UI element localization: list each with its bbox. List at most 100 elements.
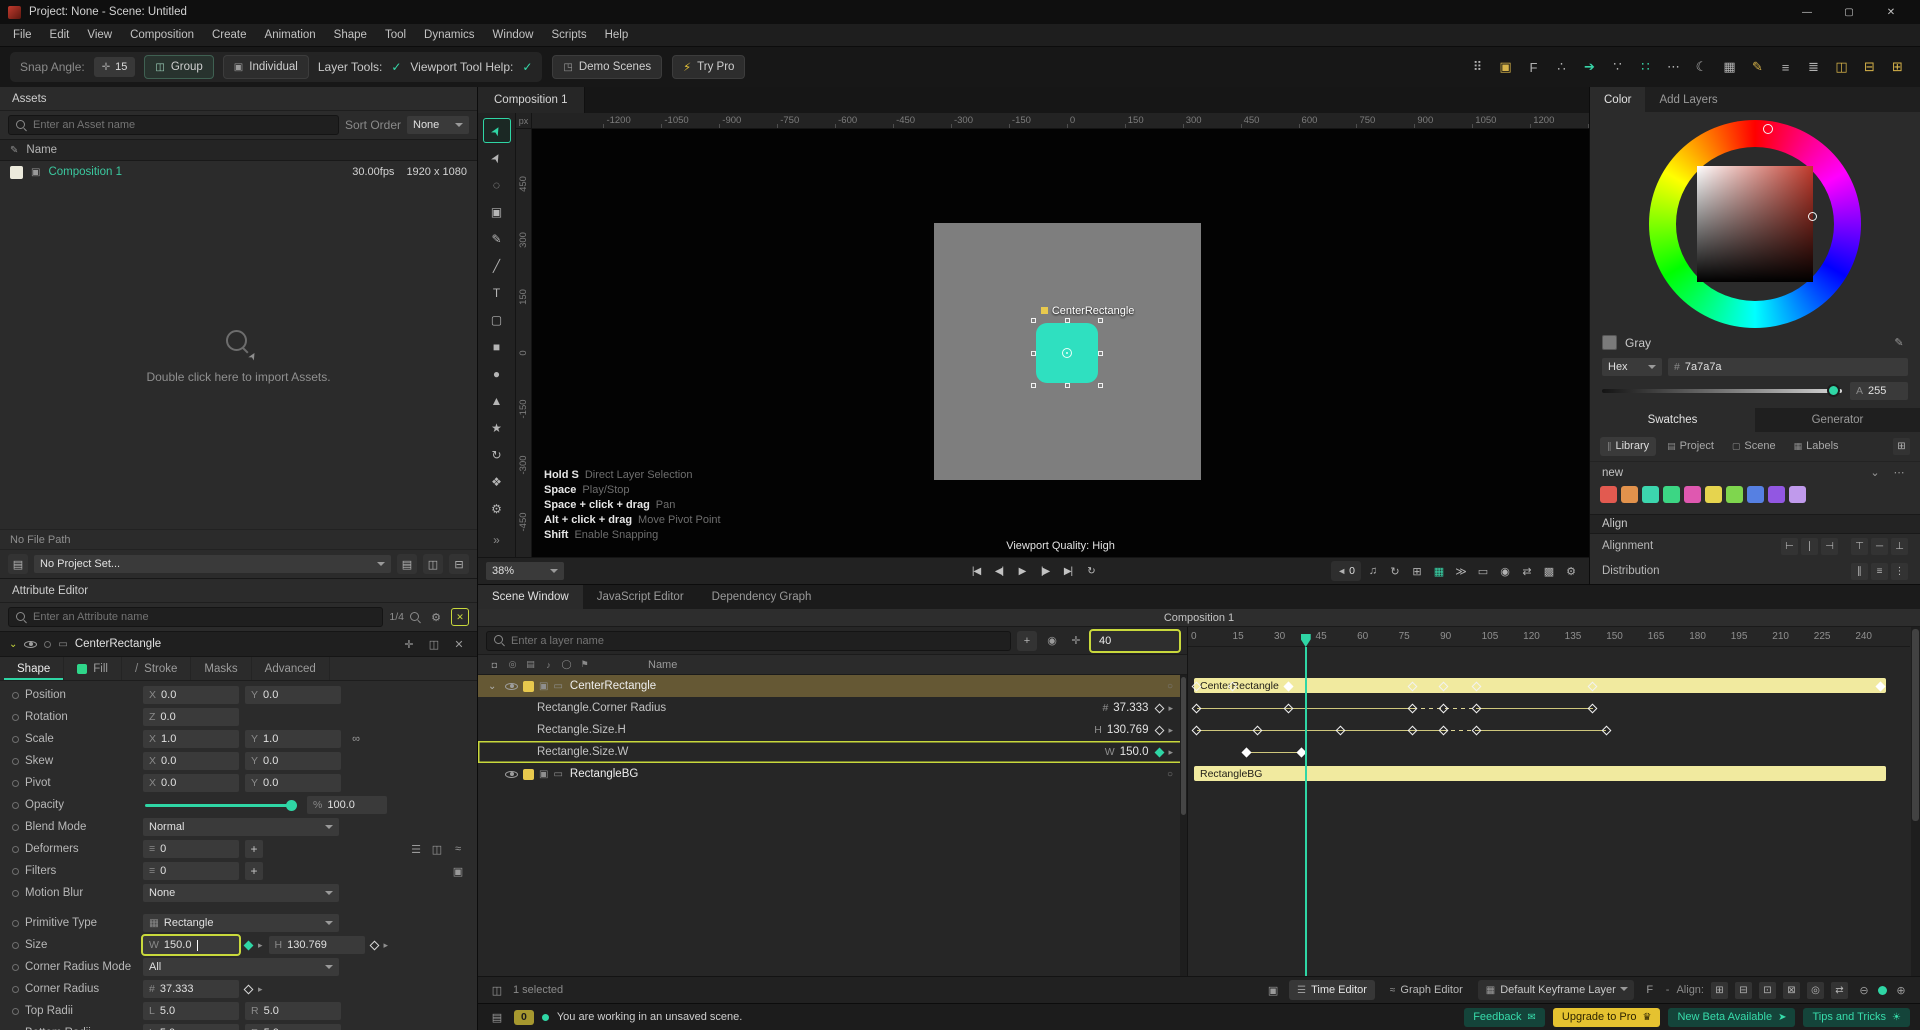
tab-shape[interactable]: Shape	[4, 657, 65, 680]
color-filter-icon[interactable]: ◉	[1043, 632, 1061, 650]
scale-y-field[interactable]: Y 1.0	[245, 730, 341, 748]
lasso-tool[interactable]: ◌	[483, 172, 511, 197]
monitor-icon[interactable]: ▭	[1473, 561, 1493, 581]
direct-select-tool[interactable]: ➤	[483, 145, 511, 170]
align-keys-left-icon[interactable]: ⊞	[1711, 981, 1728, 999]
text-align-left-icon[interactable]: ≡	[1773, 55, 1798, 80]
handle-top-right[interactable]	[1097, 317, 1103, 323]
socket-icon[interactable]	[12, 1007, 19, 1015]
more-options-icon[interactable]: ⋯	[1661, 55, 1686, 80]
menu-tool[interactable]: Tool	[376, 24, 415, 46]
new-beta-available-button[interactable]: New Beta Available ➤	[1668, 1007, 1796, 1027]
pencil-tool[interactable]: ✎	[483, 226, 511, 251]
color-swatch[interactable]	[1663, 486, 1680, 504]
menu-composition[interactable]: Composition	[121, 24, 203, 46]
render-toggle-icon[interactable]: ▣	[539, 681, 548, 692]
color-swatch[interactable]	[1684, 486, 1701, 504]
menu-window[interactable]: Window	[484, 24, 543, 46]
log-count-badge[interactable]: 0	[514, 1009, 534, 1025]
keyframe-filter-icon[interactable]: F	[1521, 55, 1546, 80]
align-keys-right-icon[interactable]: ⊡	[1759, 981, 1776, 999]
position-y-field[interactable]: Y 0.0	[245, 686, 341, 704]
tab-scene-window[interactable]: Scene Window	[478, 585, 583, 609]
project-set-dropdown[interactable]: No Project Set...	[34, 555, 391, 573]
alpha-slider[interactable]	[1602, 383, 1842, 397]
grid-dots-icon[interactable]: ⠿	[1465, 55, 1490, 80]
wave-icon[interactable]: ≈	[449, 840, 467, 858]
star-tool[interactable]: ★	[483, 415, 511, 440]
opacity-slider[interactable]	[145, 799, 297, 811]
pin-icon[interactable]: ✛	[400, 635, 418, 653]
socket-icon[interactable]	[12, 757, 19, 765]
handle-top-left[interactable]	[1030, 317, 1036, 323]
isolate-icon[interactable]: ✛	[1067, 632, 1085, 650]
next-keyframe-icon[interactable]: ▸	[1168, 747, 1173, 758]
keyframe-diamond[interactable]	[1407, 703, 1418, 713]
socket-icon[interactable]	[12, 735, 19, 743]
menu-create[interactable]: Create	[203, 24, 256, 46]
align-keys-center-icon[interactable]: ⊟	[1735, 981, 1752, 999]
asset-color-swatch[interactable]	[10, 165, 23, 179]
viewport-help-checkbox[interactable]: ✓	[522, 60, 532, 74]
tab-dependency-graph[interactable]: Dependency Graph	[698, 585, 826, 609]
ripple-edit-icon[interactable]: ⇄	[1831, 981, 1848, 999]
visibility-icon[interactable]	[24, 639, 38, 650]
keyframe-diamond[interactable]	[1471, 725, 1482, 735]
keyframe-diamond[interactable]	[1252, 725, 1263, 735]
connection-circle[interactable]: ○	[1167, 681, 1173, 692]
color-swatch[interactable]	[1768, 486, 1785, 504]
layer-row[interactable]: ⌄ ▣ ▭ CenterRectangle ○	[478, 675, 1187, 697]
color-swatch[interactable]	[1621, 486, 1638, 504]
asset-import-dropzone[interactable]: ➤ Double click here to import Assets.	[0, 183, 477, 529]
console-icon[interactable]: ▤	[488, 1008, 506, 1026]
rectangle-tool[interactable]: ■	[483, 334, 511, 359]
corner-radius-field[interactable]: #37.333	[143, 980, 239, 998]
asset-search-input[interactable]	[33, 119, 331, 131]
sparkle-tool[interactable]: ❖	[483, 469, 511, 494]
layer-row[interactable]: ▣ ▭ RectangleBG ○	[478, 763, 1187, 785]
shortcuts-icon[interactable]: ▦	[1717, 55, 1742, 80]
transparency-icon[interactable]: ▩	[1539, 561, 1559, 581]
sort-order-dropdown[interactable]: None	[407, 116, 469, 134]
menu-shape[interactable]: Shape	[325, 24, 376, 46]
render-toggle-icon[interactable]: ▣	[539, 769, 548, 780]
bottom-radii-r-field[interactable]: R5.0	[245, 1024, 341, 1030]
attribute-search-input[interactable]	[33, 611, 376, 623]
color-swatch[interactable]	[1726, 486, 1743, 504]
handle-left[interactable]	[1030, 350, 1036, 356]
eyedropper-icon[interactable]: ✎	[1890, 334, 1908, 352]
labels-tab[interactable]: ▦ Labels	[1787, 437, 1846, 456]
align-left-icon[interactable]: ⊢	[1781, 537, 1798, 555]
top-radii-l-field[interactable]: L 5.0	[143, 1002, 239, 1020]
matte-icon[interactable]: ▣	[449, 862, 467, 880]
menu-view[interactable]: View	[78, 24, 121, 46]
tab-swatches[interactable]: Swatches	[1590, 408, 1755, 432]
play-button[interactable]: ▶	[1012, 561, 1032, 581]
keyframe-diamond[interactable]	[1471, 703, 1482, 713]
zoom-dropdown[interactable]: 38%	[486, 562, 564, 580]
top-radii-r-field[interactable]: R 5.0	[245, 1002, 341, 1020]
primitive-type-dropdown[interactable]: ▦ Rectangle	[143, 914, 339, 932]
align-keys-playhead-icon[interactable]: ⊠	[1783, 981, 1800, 999]
keyframe-diamond[interactable]	[1191, 725, 1202, 735]
tab-masks[interactable]: Masks	[191, 657, 252, 680]
socket-icon[interactable]	[12, 713, 19, 721]
layout-rows-icon[interactable]: ⊟	[1857, 55, 1882, 80]
layer-row[interactable]: Rectangle.Size.H H 130.769 ▸	[478, 719, 1187, 741]
menu-dynamics[interactable]: Dynamics	[415, 24, 483, 46]
visibility-icon[interactable]: ◎	[506, 659, 519, 670]
link-icon[interactable]: ∞	[347, 730, 365, 748]
keyframe-diamond[interactable]	[1241, 747, 1252, 757]
chevron-down-icon[interactable]: ⌄	[1866, 464, 1884, 482]
size-h-field[interactable]: H 130.769	[268, 936, 365, 954]
filters-field[interactable]: ≡ 0	[143, 862, 239, 880]
grid-view-icon[interactable]: ⊞	[1893, 437, 1910, 455]
scene-tab[interactable]: ▢ Scene	[1725, 437, 1783, 456]
align-center-h-icon[interactable]: ∣	[1801, 537, 1818, 555]
keyframe-diamond[interactable]	[243, 940, 254, 950]
frame-tool[interactable]: ▢	[483, 307, 511, 332]
saturation-value-square[interactable]	[1697, 166, 1813, 283]
color-swatch[interactable]	[1705, 486, 1722, 504]
render-counter[interactable]: ◄ 0	[1331, 561, 1361, 581]
hex-value-field[interactable]: #7a7a7a	[1668, 358, 1908, 377]
